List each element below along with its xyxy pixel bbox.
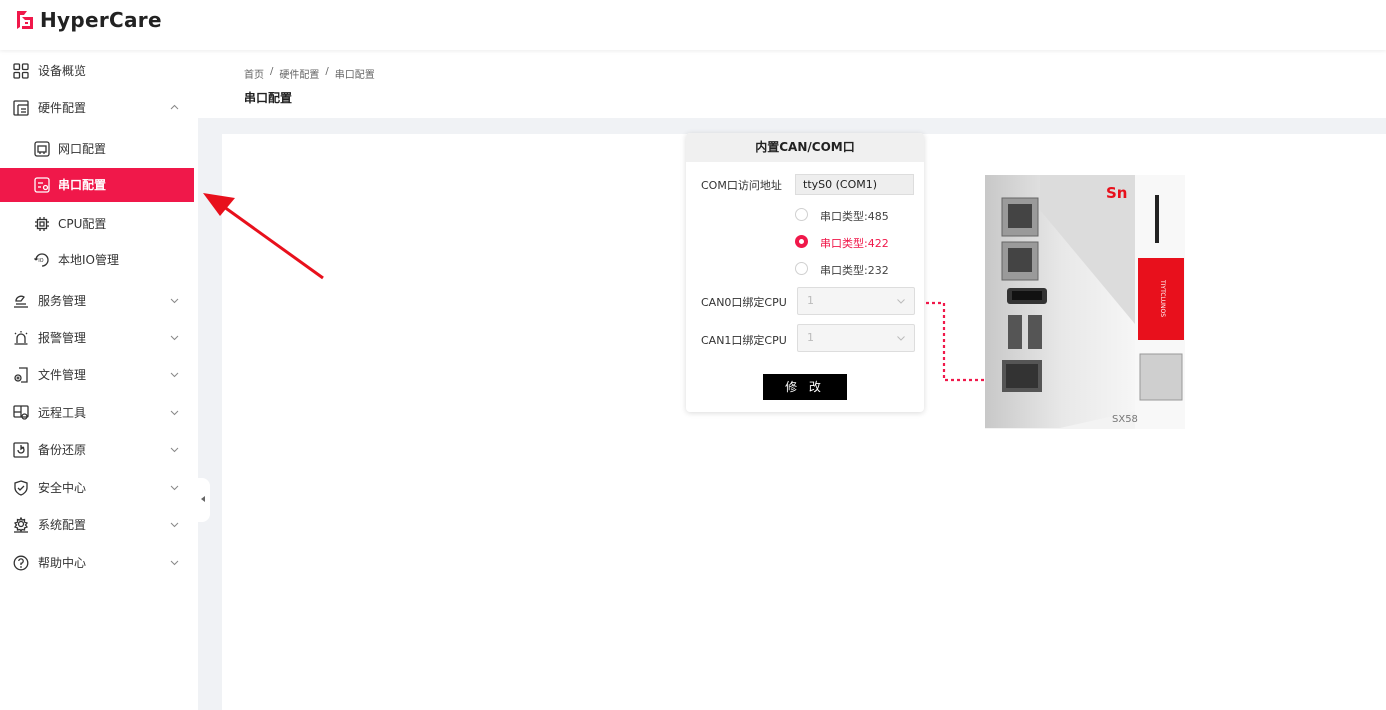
chevron-down-icon bbox=[170, 522, 179, 528]
sidebar-item-hardware-config[interactable]: 硬件配置 bbox=[0, 91, 194, 125]
shield-icon bbox=[14, 480, 28, 496]
sidebar-item-security-center[interactable]: 安全中心 bbox=[0, 471, 194, 505]
io-icon: IO bbox=[34, 253, 49, 267]
radio-circle[interactable] bbox=[795, 262, 808, 275]
radio-label: 串口类型:232 bbox=[820, 264, 889, 277]
sidebar-item-help-center[interactable]: 帮助中心 bbox=[0, 546, 194, 580]
can1-cpu-value: 1 bbox=[807, 331, 814, 344]
can-com-config-panel: 内置CAN/COM口 COM口访问地址 ttyS0 (COM1) 串口类型:48… bbox=[686, 133, 924, 412]
serial-port-icon bbox=[34, 177, 50, 193]
can1-cpu-select[interactable]: 1 bbox=[797, 324, 915, 352]
sidebar-item-remote-tools[interactable]: 远程工具 bbox=[0, 396, 194, 430]
page-title: 串口配置 bbox=[244, 91, 293, 105]
can0-label: CAN0口绑定CPU bbox=[701, 296, 787, 309]
sidebar-item-label: 报警管理 bbox=[38, 331, 87, 345]
remote-tool-icon bbox=[13, 405, 29, 420]
device-side-text: TIYTCLUNOS bbox=[1159, 279, 1166, 317]
sidebar-item-label: 串口配置 bbox=[58, 178, 107, 192]
panel-title: 内置CAN/COM口 bbox=[686, 133, 924, 162]
radio-circle-checked[interactable] bbox=[795, 235, 808, 248]
top-header: HyperCare bbox=[0, 0, 1386, 50]
chevron-down-icon bbox=[170, 335, 179, 341]
service-icon bbox=[14, 295, 28, 308]
sidebar-item-service-management[interactable]: 服务管理 bbox=[0, 284, 194, 318]
sidebar-item-label: 安全中心 bbox=[38, 481, 87, 495]
radio-circle[interactable] bbox=[795, 208, 808, 221]
sidebar-item-backup-restore[interactable]: 备份还原 bbox=[0, 433, 194, 467]
breadcrumb-separator: / bbox=[325, 66, 329, 77]
breadcrumb-serial-port-config: 串口配置 bbox=[334, 70, 375, 81]
sidebar-item-alarm-management[interactable]: 报警管理 bbox=[0, 321, 194, 355]
breadcrumb: 首页 / 硬件配置 / 串口配置 bbox=[244, 66, 375, 81]
radio-serial-485[interactable]: 串口类型:485 bbox=[795, 207, 924, 223]
sidebar-item-serial-port-config[interactable]: 串口配置 bbox=[0, 168, 194, 202]
chevron-down-icon bbox=[170, 447, 179, 453]
sidebar-item-label: 备份还原 bbox=[38, 443, 87, 457]
chevron-up-icon bbox=[170, 104, 179, 110]
annotation-arrow bbox=[203, 193, 324, 280]
radio-serial-422[interactable]: 串口类型:422 bbox=[795, 234, 924, 250]
com-address-label: COM口访问地址 bbox=[701, 179, 782, 192]
radio-serial-232[interactable]: 串口类型:232 bbox=[795, 261, 924, 277]
sidebar-item-network-port-config[interactable]: 网口配置 bbox=[0, 132, 194, 166]
device-illustration: TIYTCLUNOS Sn SX58 bbox=[985, 175, 1185, 429]
breadcrumb-separator: / bbox=[270, 66, 274, 77]
device-brand: Sn bbox=[1106, 184, 1127, 202]
backup-icon bbox=[13, 442, 29, 458]
chevron-down-icon bbox=[170, 410, 179, 416]
collapse-arrow-icon bbox=[201, 496, 205, 502]
sidebar-item-label: 文件管理 bbox=[38, 368, 87, 382]
app-logo[interactable]: HyperCare bbox=[14, 8, 162, 32]
sidebar-item-label: CPU配置 bbox=[58, 217, 107, 231]
sidebar-item-local-io[interactable]: IO 本地IO管理 bbox=[0, 243, 194, 277]
chevron-down-icon bbox=[170, 485, 179, 491]
cpu-icon bbox=[35, 217, 49, 231]
grid-icon bbox=[13, 63, 29, 79]
sidebar-item-label: 帮助中心 bbox=[38, 556, 87, 570]
chevron-down-icon bbox=[897, 299, 905, 304]
com-address-value: ttyS0 (COM1) bbox=[795, 174, 914, 195]
sidebar-item-label: 服务管理 bbox=[38, 294, 87, 308]
sidebar-item-label: 本地IO管理 bbox=[58, 253, 119, 267]
can0-cpu-select[interactable]: 1 bbox=[797, 287, 915, 315]
alarm-icon bbox=[14, 331, 28, 345]
hypercare-logo-icon bbox=[17, 11, 33, 29]
sidebar-item-label: 网口配置 bbox=[58, 142, 107, 156]
modify-button[interactable]: 修 改 bbox=[763, 374, 847, 400]
breadcrumb-home[interactable]: 首页 bbox=[244, 66, 264, 81]
system-config-icon bbox=[13, 517, 29, 533]
radio-label: 串口类型:485 bbox=[820, 210, 889, 223]
radio-label: 串口类型:422 bbox=[820, 237, 889, 250]
file-icon bbox=[14, 367, 28, 383]
hardware-icon bbox=[13, 100, 29, 116]
sidebar-item-system-config[interactable]: 系统配置 bbox=[0, 508, 194, 542]
can0-cpu-value: 1 bbox=[807, 294, 814, 307]
sidebar-item-label: 设备概览 bbox=[38, 64, 87, 78]
sidebar-item-cpu-config[interactable]: CPU配置 bbox=[0, 207, 194, 241]
sidebar-collapse-button[interactable] bbox=[198, 478, 210, 522]
sidebar-item-label: 硬件配置 bbox=[38, 101, 87, 115]
chevron-down-icon bbox=[170, 372, 179, 378]
can1-label: CAN1口绑定CPU bbox=[701, 334, 787, 347]
sidebar-item-file-management[interactable]: 文件管理 bbox=[0, 358, 194, 392]
chevron-down-icon bbox=[897, 336, 905, 341]
sidebar-item-label: 远程工具 bbox=[38, 406, 87, 420]
help-icon bbox=[13, 555, 29, 571]
sidebar-item-device-overview[interactable]: 设备概览 bbox=[0, 54, 194, 88]
app-title: HyperCare bbox=[40, 8, 162, 32]
sidebar-item-label: 系统配置 bbox=[38, 518, 87, 532]
device-model: SX58 bbox=[1112, 414, 1138, 425]
chevron-down-icon bbox=[170, 560, 179, 566]
sidebar: 设备概览 硬件配置 网口配置 串口配置 CPU配置 IO 本地IO管理 服务管理… bbox=[0, 50, 198, 710]
chevron-down-icon bbox=[170, 298, 179, 304]
svg-text:IO: IO bbox=[38, 258, 43, 264]
breadcrumb-hardware-config[interactable]: 硬件配置 bbox=[279, 66, 319, 81]
network-port-icon bbox=[34, 141, 50, 157]
